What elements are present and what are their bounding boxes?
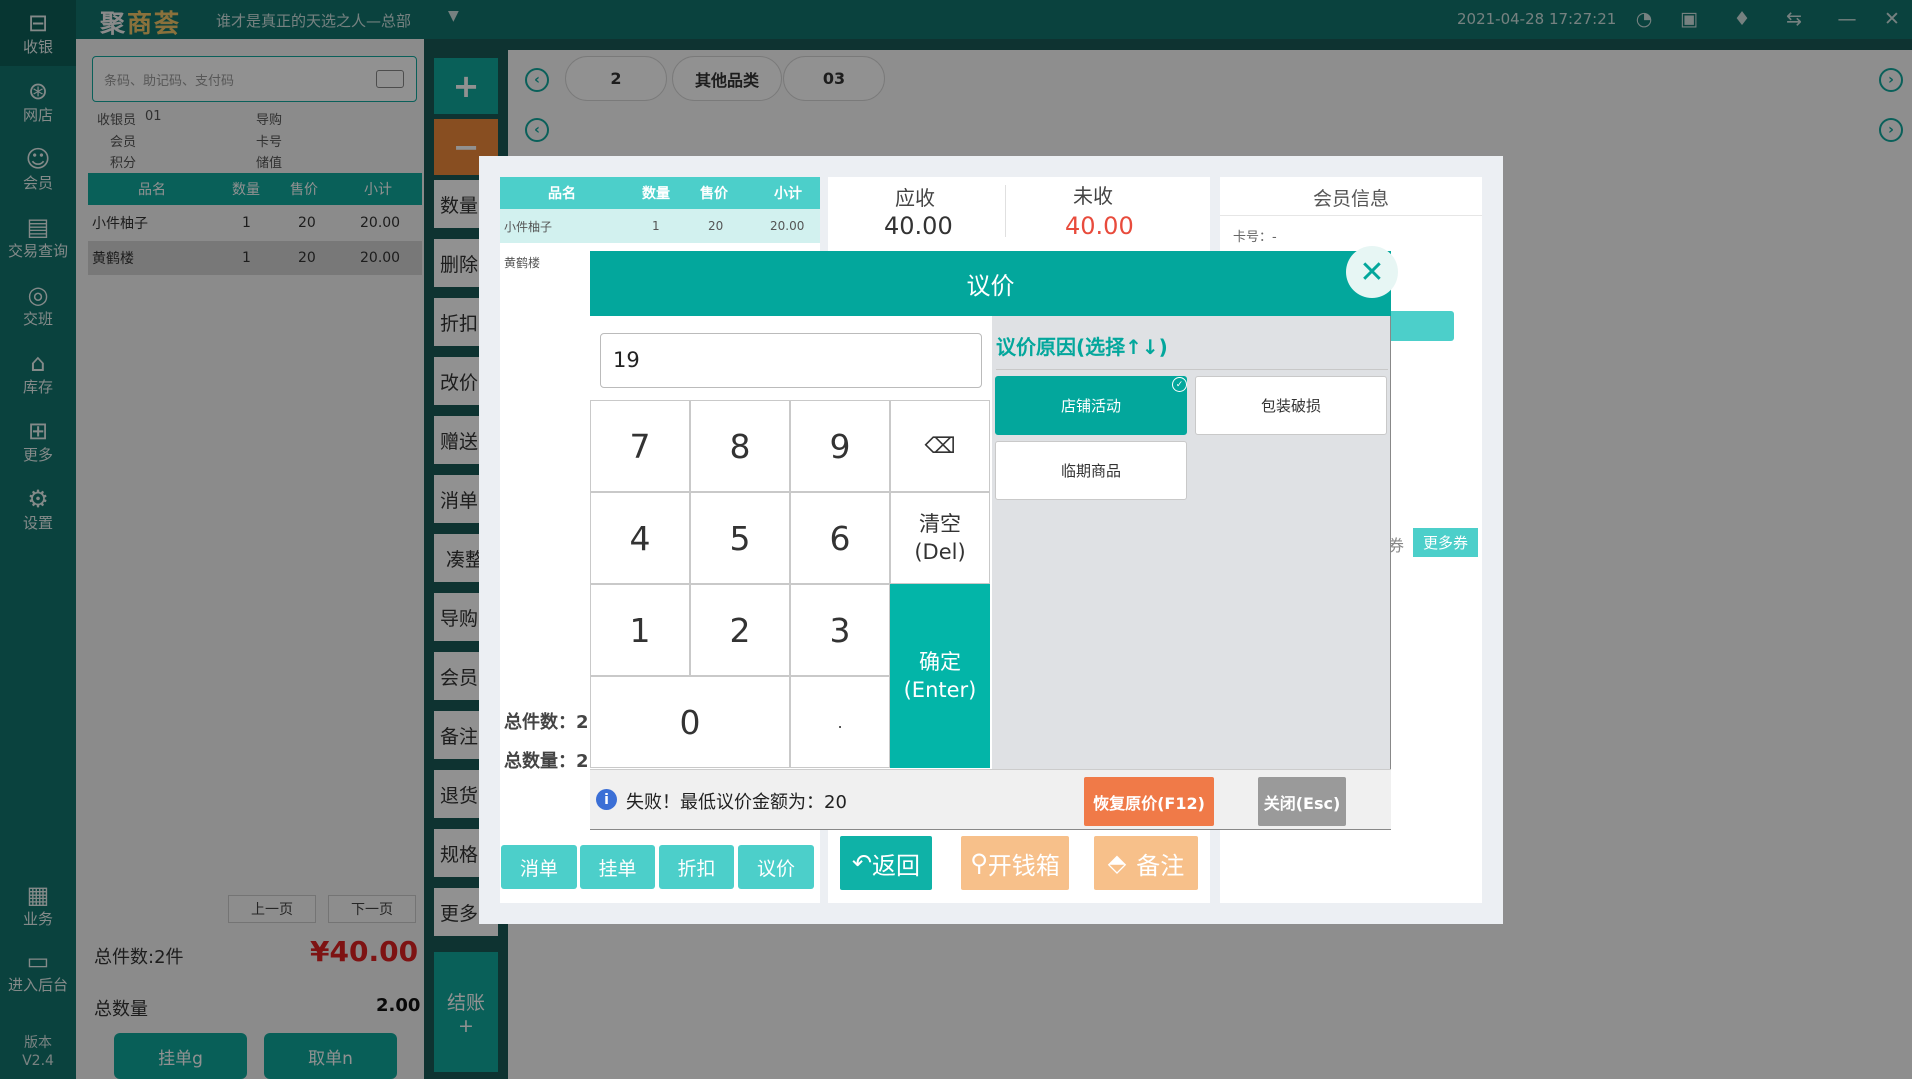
close-icon[interactable]: ✕	[1346, 246, 1398, 298]
key-7[interactable]: 7	[590, 400, 690, 492]
reason-store-promotion[interactable]: 店铺活动	[995, 376, 1187, 435]
restore-price-button[interactable]: 恢复原价(F12)	[1084, 777, 1214, 826]
key-8[interactable]: 8	[690, 400, 790, 492]
back-arrow-icon: ↶	[851, 849, 873, 877]
member-search-button[interactable]	[1381, 311, 1454, 341]
key-dot[interactable]: .	[790, 676, 890, 768]
more-coupons-button[interactable]: 更多券	[1413, 528, 1478, 557]
settle-cancel-button[interactable]: 消单	[501, 845, 577, 889]
table-row[interactable]: 小件柚子 1 20 20.00	[500, 209, 820, 243]
key-icon: ⚲	[970, 849, 988, 877]
settle-total-items: 总件数：2	[504, 712, 589, 733]
unpaid-label: 未收	[1073, 184, 1113, 208]
error-message: 失败！最低议价金额为：20	[626, 792, 847, 813]
backspace-icon[interactable]: ⌫	[890, 400, 990, 492]
key-3[interactable]: 3	[790, 584, 890, 676]
key-5[interactable]: 5	[690, 492, 790, 584]
note-button[interactable]: ⬘ 备注	[1094, 836, 1198, 890]
settle-total-qty: 总数量：2	[504, 751, 589, 772]
settle-bargain-button[interactable]: 议价	[738, 845, 814, 889]
clear-button[interactable]: 清空 (Del)	[890, 492, 990, 584]
reason-package-damaged[interactable]: 包装破损	[1195, 376, 1387, 435]
key-9[interactable]: 9	[790, 400, 890, 492]
settle-hang-button[interactable]: 挂单	[580, 845, 655, 889]
dialog-title: 议价	[590, 251, 1391, 316]
price-input[interactable]: 19	[600, 333, 982, 388]
back-button[interactable]: ↶ 返回	[840, 836, 932, 890]
settle-discount-button[interactable]: 折扣	[659, 845, 734, 889]
key-2[interactable]: 2	[690, 584, 790, 676]
member-card-line: 卡号：-	[1233, 230, 1277, 245]
receivable-amount: 40.00	[884, 212, 953, 240]
divider	[1220, 215, 1482, 216]
key-0[interactable]: 0	[590, 676, 790, 768]
reason-near-expiry[interactable]: 临期商品	[995, 441, 1187, 500]
divider	[996, 369, 1388, 370]
close-dialog-button[interactable]: 关闭(Esc)	[1258, 777, 1346, 826]
key-4[interactable]: 4	[590, 492, 690, 584]
tag-icon: ⬘	[1107, 849, 1127, 877]
member-info-title: 会员信息	[1313, 188, 1390, 210]
divider	[1005, 185, 1006, 237]
receivable-label: 应收	[895, 186, 935, 210]
open-drawer-button[interactable]: ⚲ 开钱箱	[961, 836, 1069, 890]
key-6[interactable]: 6	[790, 492, 890, 584]
info-icon: i	[596, 789, 617, 810]
reason-title: 议价原因(选择↑↓)	[996, 335, 1168, 359]
key-1[interactable]: 1	[590, 584, 690, 676]
unpaid-amount: 40.00	[1065, 212, 1134, 240]
confirm-button[interactable]: 确定 (Enter)	[890, 584, 990, 768]
check-icon: ✓	[1172, 377, 1187, 392]
settle-table-header: 品名 数量 售价 小计	[500, 177, 820, 209]
